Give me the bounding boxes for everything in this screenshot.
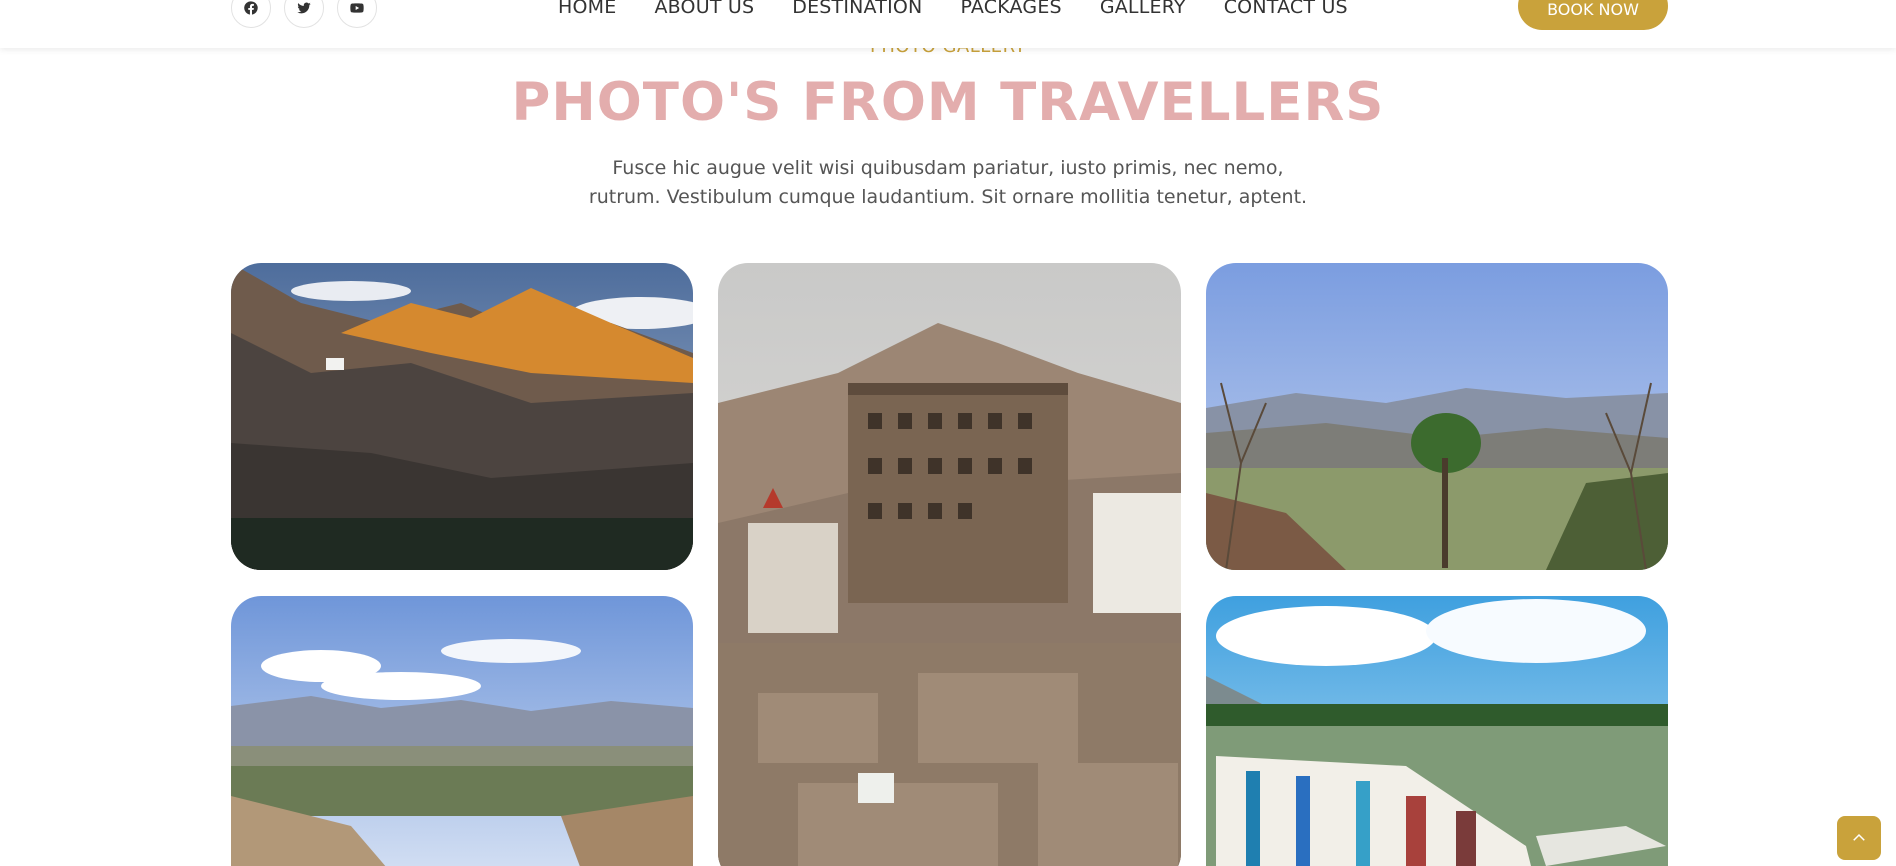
twitter-button[interactable] (284, 0, 324, 28)
chevron-up-icon (1853, 833, 1865, 841)
nav-gallery[interactable]: GALLERY (1100, 0, 1186, 17)
book-now-button[interactable]: BOOK NOW (1518, 0, 1668, 30)
nav-contact-us[interactable]: CONTACT US (1224, 0, 1348, 17)
nav-about-us[interactable]: ABOUT US (654, 0, 754, 17)
nav-home[interactable]: HOME (558, 0, 616, 17)
main-nav: HOME ABOUT US DESTINATION PACKAGES GALLE… (558, 0, 1348, 17)
gallery-photo-town[interactable] (231, 596, 693, 866)
description-line-1: Fusce hic augue velit wisi quibusdam par… (612, 157, 1284, 179)
site-header: HOME ABOUT US DESTINATION PACKAGES GALLE… (0, 0, 1896, 48)
youtube-icon (350, 3, 364, 13)
gallery-photo-lake[interactable] (1206, 596, 1668, 866)
gallery-photo-palace[interactable] (718, 263, 1181, 866)
description-line-2: rutrum. Vestibulum cumque laudantium. Si… (588, 186, 1308, 208)
youtube-button[interactable] (337, 0, 377, 28)
gallery-photo-mountain-sunset[interactable] (231, 263, 693, 570)
nav-destination[interactable]: DESTINATION (792, 0, 922, 17)
facebook-icon (244, 1, 258, 15)
section-description: Fusce hic augue velit wisi quibusdam par… (548, 154, 1348, 212)
scroll-to-top-button[interactable] (1837, 816, 1881, 860)
social-links (231, 0, 377, 28)
facebook-button[interactable] (231, 0, 271, 28)
twitter-icon (297, 2, 311, 14)
section-title: PHOTO'S FROM TRAVELLERS (511, 72, 1385, 133)
gallery-photo-valley[interactable] (1206, 263, 1668, 570)
nav-packages[interactable]: PACKAGES (960, 0, 1061, 17)
